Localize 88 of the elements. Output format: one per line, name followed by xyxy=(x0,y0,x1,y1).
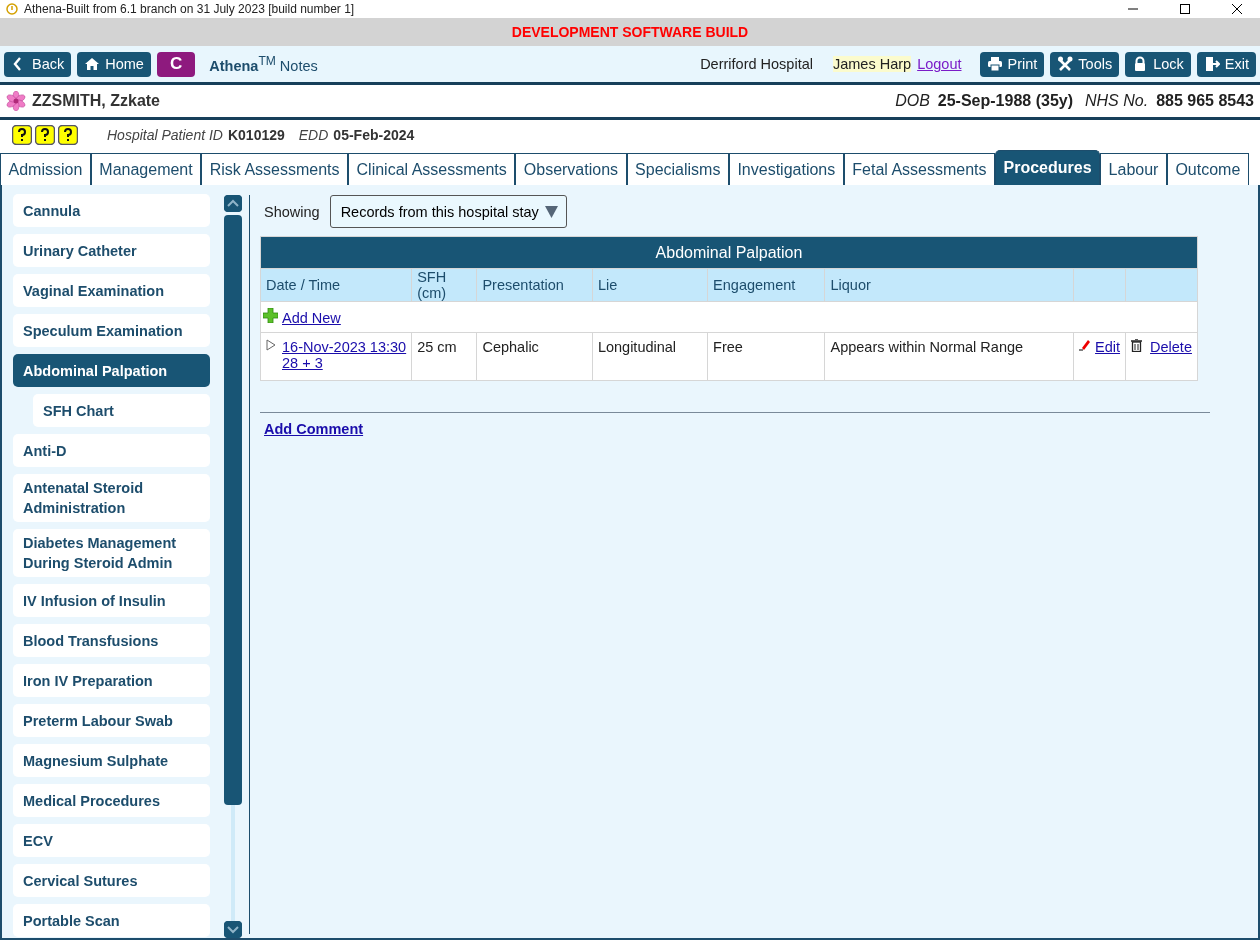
scroll-down-icon[interactable] xyxy=(224,921,242,938)
help-house-icon[interactable] xyxy=(35,125,55,145)
table-cell: Free xyxy=(707,332,825,381)
help-note-icon[interactable] xyxy=(58,125,78,145)
expand-triangle-icon[interactable] xyxy=(266,339,276,351)
app-icon xyxy=(6,3,18,15)
window-title: Athena-Built from 6.1 branch on 31 July 2023 [build number 1] xyxy=(24,2,356,16)
tab[interactable]: Management xyxy=(90,153,202,185)
table-cell: Longitudinal xyxy=(592,332,708,381)
delete-link[interactable]: Delete xyxy=(1150,339,1192,355)
scrollbar-thumb[interactable] xyxy=(224,215,242,805)
column-header: Lie xyxy=(592,268,708,302)
filter-dropdown[interactable]: Records from this hospital stay xyxy=(329,195,567,228)
tools-button[interactable]: Tools xyxy=(1050,51,1120,77)
patient-name: ZZSMITH, Zzkate xyxy=(32,92,160,110)
sidebar-item[interactable]: Speculum Examination xyxy=(13,314,210,347)
scroll-up-icon[interactable] xyxy=(224,195,242,212)
tab[interactable]: Specialisms xyxy=(626,153,729,185)
sidebar-item[interactable]: ECV xyxy=(13,824,210,857)
plus-icon xyxy=(263,308,278,323)
lock-button[interactable]: Lock xyxy=(1125,51,1191,77)
tab[interactable]: Clinical Assessments xyxy=(348,153,516,185)
gestation-link[interactable]: 28 + 3 xyxy=(282,355,323,371)
column-header: SFH (cm) xyxy=(411,268,477,302)
sidebar-item[interactable]: Magnesium Sulphate xyxy=(13,744,210,777)
development-banner: DEVELOPMENT SOFTWARE BUILD xyxy=(0,18,1260,46)
sidebar-item[interactable]: IV Infusion of Insulin xyxy=(13,584,210,617)
tools-icon xyxy=(1057,56,1074,72)
tab[interactable]: Admission xyxy=(0,153,91,185)
sidebar-item[interactable]: Abdominal Palpation xyxy=(13,354,210,387)
sidebar-item[interactable]: Medical Procedures xyxy=(13,784,210,817)
sidebar-item[interactable]: Cannula xyxy=(13,194,210,227)
trash-icon xyxy=(1131,339,1143,352)
filter-label: Showing xyxy=(264,203,320,220)
home-icon xyxy=(84,56,101,72)
sidebar-item[interactable]: Preterm Labour Swab xyxy=(13,704,210,737)
table-cell: Cephalic xyxy=(476,332,593,381)
tab[interactable]: Labour xyxy=(1100,153,1167,185)
dropdown-caret-icon xyxy=(544,205,558,218)
edit-link[interactable]: Edit xyxy=(1095,339,1121,355)
home-button[interactable]: Home xyxy=(77,51,151,77)
table-title: Abdominal Palpation xyxy=(260,236,1198,269)
letter-button[interactable]: C xyxy=(156,51,196,77)
logout-link[interactable]: Logout xyxy=(917,56,962,72)
tab[interactable]: Outcome xyxy=(1166,153,1249,185)
dob-value: 25-Sep-1988 (35y) xyxy=(937,92,1073,110)
printer-icon xyxy=(986,56,1003,72)
add-comment-link[interactable]: Add Comment xyxy=(264,421,364,437)
dob-label: DOB xyxy=(895,92,930,110)
edd-label: EDD xyxy=(298,127,329,143)
hospital-name: Derriford Hospital xyxy=(700,56,813,72)
tab[interactable]: Investigations xyxy=(728,153,844,185)
tab[interactable]: Observations xyxy=(515,153,627,185)
sidebar-item[interactable]: Anti-D xyxy=(13,434,210,467)
tab[interactable]: Risk Assessments xyxy=(201,153,348,185)
table-cell: Appears within Normal Range xyxy=(824,332,1074,381)
sidebar-item[interactable]: Cervical Sutures xyxy=(13,864,210,897)
column-header: Liquor xyxy=(824,268,1074,302)
edd-value: 05-Feb-2024 xyxy=(333,127,415,143)
sidebar-item[interactable]: SFH Chart xyxy=(33,394,210,427)
patient-id-label: Hospital Patient ID xyxy=(107,127,223,143)
user-name: James Harp xyxy=(832,56,912,72)
print-button[interactable]: Print xyxy=(979,51,1045,77)
column-header: Engagement xyxy=(707,268,825,302)
exit-icon xyxy=(1203,56,1220,72)
sidebar-item[interactable]: Blood Transfusions xyxy=(13,624,210,657)
sidebar-item[interactable]: Antenatal Steroid Administration xyxy=(13,474,210,522)
sidebar-item[interactable]: Iron IV Preparation xyxy=(13,664,210,697)
sidebar-item[interactable]: Diabetes Management During Steroid Admin xyxy=(13,529,210,577)
sidebar-item[interactable]: Vaginal Examination xyxy=(13,274,210,307)
nhs-label: NHS No. xyxy=(1085,92,1149,110)
back-button[interactable]: Back xyxy=(4,51,72,77)
column-header: Date / Time xyxy=(260,268,412,302)
tab[interactable]: Fetal Assessments xyxy=(843,153,996,185)
pencil-icon xyxy=(1079,339,1092,351)
alert-list-icon[interactable] xyxy=(12,125,32,145)
record-date-link[interactable]: 16-Nov-2023 13:30 xyxy=(282,339,407,355)
table-cell: 25 cm xyxy=(411,332,477,381)
patient-id-value: K010129 xyxy=(227,127,285,143)
nhs-value: 885 965 8543 xyxy=(1156,92,1254,110)
column-header: Presentation xyxy=(476,268,593,302)
sidebar-item[interactable]: Urinary Catheter xyxy=(13,234,210,267)
exit-button[interactable]: Exit xyxy=(1196,51,1256,77)
flower-icon xyxy=(6,91,26,111)
app-name: Athena$^{TM}$ Notes xyxy=(209,54,318,74)
tab[interactable]: Procedures xyxy=(995,150,1101,185)
sidebar-item[interactable]: Portable Scan xyxy=(13,904,210,937)
add-new-link[interactable]: Add New xyxy=(282,310,341,326)
